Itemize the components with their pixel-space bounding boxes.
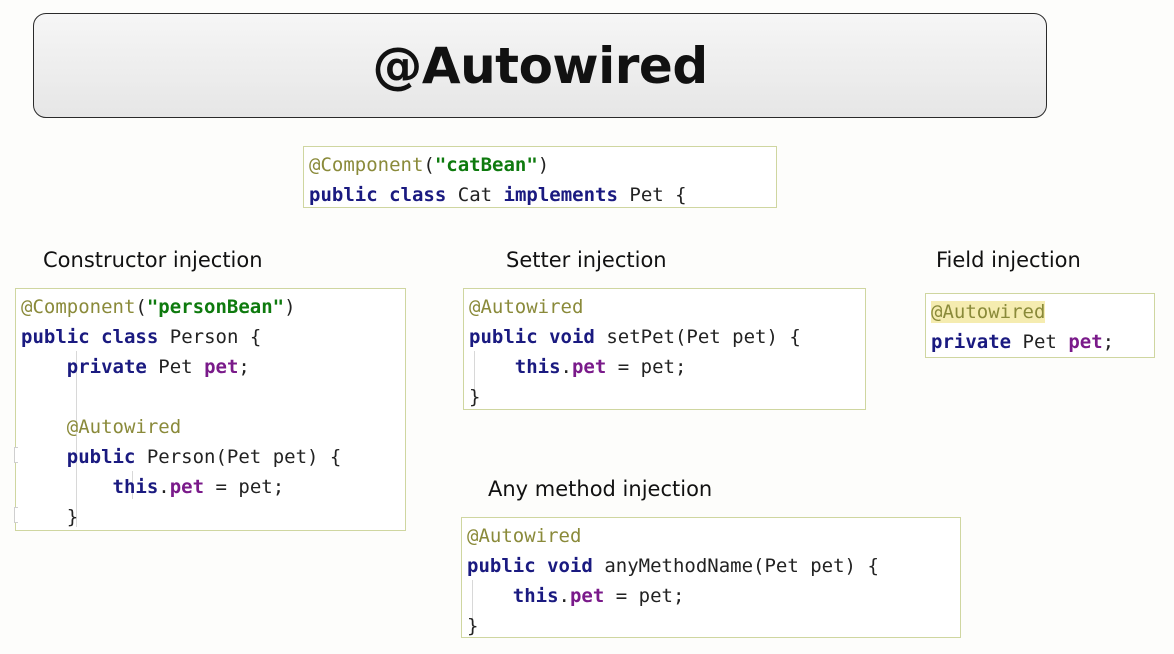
keyword: public: [21, 326, 90, 348]
brace: {: [867, 555, 879, 577]
paren: ): [284, 296, 296, 318]
code-line: }: [469, 382, 865, 412]
field-name: pet: [169, 476, 205, 498]
keyword: private: [931, 331, 1012, 353]
keyword: public: [309, 184, 378, 206]
keyword: implements: [503, 184, 618, 206]
keyword: class: [101, 326, 159, 348]
code-line: public class Cat implements Pet {: [309, 180, 776, 210]
keyword: void: [549, 326, 595, 348]
dot: .: [158, 476, 170, 498]
field-name: pet: [569, 585, 605, 607]
any-method-code-snippet: @Autowired public void anyMethodName(Pet…: [461, 517, 961, 638]
annotation-highlighted: @Autowired: [931, 301, 1046, 323]
brace: {: [789, 326, 801, 348]
keyword: public: [469, 326, 538, 348]
paren: ): [537, 154, 550, 176]
keyword: public: [66, 446, 136, 468]
code-line: public void setPet(Pet pet) {: [469, 322, 865, 352]
code-line: @Component("catBean"): [309, 150, 776, 180]
field-name: pet: [1068, 331, 1103, 353]
string-literal: "catBean": [434, 154, 538, 176]
keyword: this: [514, 356, 561, 378]
keyword: private: [66, 356, 147, 378]
brace: {: [329, 446, 342, 468]
annotation: @Component: [21, 296, 136, 318]
signature: Person(Pet pet): [146, 446, 319, 468]
brace: }: [467, 615, 479, 637]
semicolon: ;: [1102, 331, 1115, 353]
dot: .: [560, 356, 572, 378]
type-name: Pet: [158, 356, 193, 378]
any-method-injection-label: Any method injection: [488, 477, 713, 501]
keyword: this: [112, 476, 159, 498]
annotation: @Component: [309, 154, 424, 176]
keyword: class: [389, 184, 447, 206]
dot: .: [558, 585, 570, 607]
keyword: this: [512, 585, 559, 607]
code-line: private Pet pet;: [21, 352, 405, 382]
setter-code-snippet: @Autowired public void setPet(Pet pet) {…: [463, 288, 866, 410]
constructor-code-snippet: @Component("personBean") public class Pe…: [14, 288, 406, 532]
class-name: Cat: [457, 184, 493, 206]
code-line: @Autowired: [21, 412, 405, 442]
paren: (: [423, 154, 435, 176]
field-name: pet: [571, 356, 607, 378]
field-code-snippet: @Autowired private Pet pet;: [925, 293, 1155, 358]
constructor-injection-label: Constructor injection: [43, 248, 263, 272]
annotation: @Autowired: [467, 525, 582, 547]
signature: anyMethodName(Pet pet): [604, 555, 856, 577]
code-line: this.pet = pet;: [21, 472, 405, 502]
code-line: @Autowired: [931, 297, 1154, 327]
code-line: @Component("personBean"): [21, 292, 405, 322]
slide-title: @Autowired: [372, 36, 708, 95]
assignment: = pet;: [606, 356, 687, 378]
cat-code-snippet: @Component("catBean") public class Cat i…: [303, 146, 777, 208]
brace: }: [66, 506, 79, 528]
class-name: Person: [169, 326, 239, 348]
title-box: @Autowired: [33, 13, 1047, 118]
string-literal: "personBean": [146, 296, 285, 318]
interface-name: Pet: [629, 184, 664, 206]
brace: {: [675, 184, 687, 206]
keyword: public: [467, 555, 536, 577]
field-name: pet: [204, 356, 239, 378]
code-line: @Autowired: [467, 521, 960, 551]
brace: }: [469, 386, 481, 408]
code-line: public void anyMethodName(Pet pet) {: [467, 551, 960, 581]
setter-injection-label: Setter injection: [506, 248, 667, 272]
assignment: = pet;: [604, 585, 685, 607]
field-injection-label: Field injection: [936, 248, 1081, 272]
brace: {: [249, 326, 262, 348]
code-line: this.pet = pet;: [469, 352, 865, 382]
code-line: }: [467, 611, 960, 641]
paren: (: [135, 296, 147, 318]
assignment: = pet;: [204, 476, 285, 498]
code-line: private Pet pet;: [931, 327, 1154, 357]
annotation: @Autowired: [66, 416, 182, 438]
code-line: }: [21, 502, 405, 532]
code-line: public Person(Pet pet) {: [21, 442, 405, 472]
code-line: @Autowired: [469, 292, 865, 322]
keyword: void: [547, 555, 593, 577]
code-line: public class Person {: [21, 322, 405, 352]
annotation: @Autowired: [469, 296, 584, 318]
code-line: this.pet = pet;: [467, 581, 960, 611]
type-name: Pet: [1022, 331, 1057, 353]
signature: setPet(Pet pet): [606, 326, 778, 348]
semicolon: ;: [238, 356, 250, 378]
